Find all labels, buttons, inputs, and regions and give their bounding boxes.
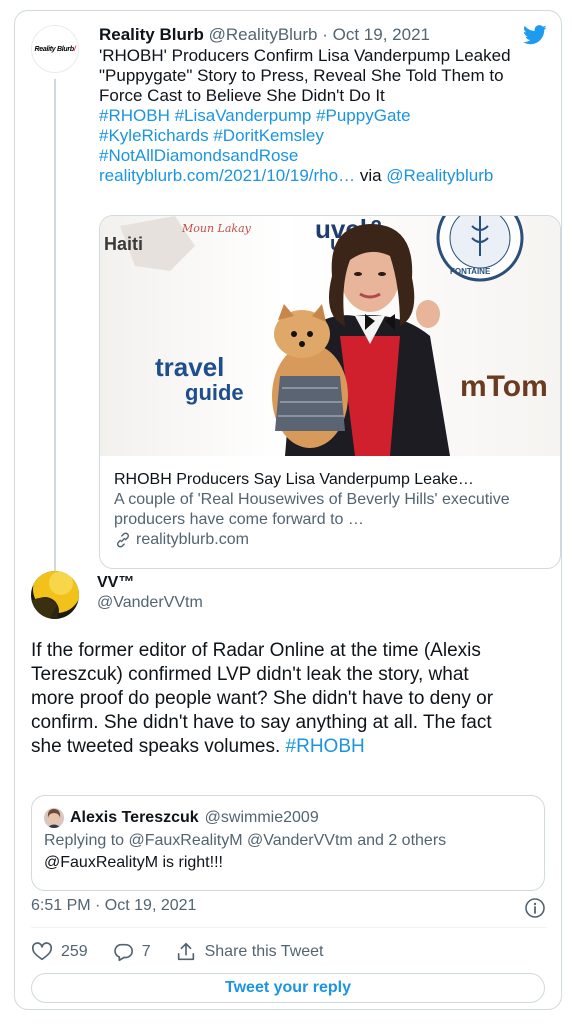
backdrop-text-haiti: Haiti [104,234,143,254]
backdrop-text-fontaine: FONTAINE [450,267,491,276]
link-preview-card[interactable]: Haiti Moun Lakay travel guide uvel& uve … [99,215,561,569]
header-separator: · [322,25,328,44]
parent-tweet-header: Reality Blurb @RealityBlurb · Oct 19, 20… [99,25,549,45]
like-count: 259 [61,943,88,960]
reply-author-handle[interactable]: @VanderVVtm [97,593,203,613]
link-icon [116,532,130,548]
reply-bubble-icon[interactable] [112,941,134,963]
backdrop-text-guide: guide [185,380,244,405]
info-icon[interactable] [524,897,546,919]
quoted-author-name[interactable]: Alexis Tereszcuk [70,808,199,828]
quoted-tweet-text: @FauxRealityM is right!!! [44,854,223,871]
backdrop-text-moun-lakay: Moun Lakay [181,222,252,235]
backdrop-text-travel: travel [155,352,224,382]
tweet-text: 'RHOBH' Producers Confirm Lisa Vanderpum… [99,46,511,105]
sunflower-image [31,571,79,619]
hashtag-lisavanderpump[interactable]: #LisaVanderpump [175,106,312,125]
via-handle-link[interactable]: @Realityblurb [386,166,493,185]
tweet-actions: 259 7 Share this Tweet [31,939,348,965]
reply-text-body: If the former editor of Radar Online at … [31,640,494,757]
share-action[interactable]: Share this Tweet [175,941,324,963]
author-handle[interactable]: @RealityBlurb [209,25,318,44]
embedded-tweet-card: Reality Blurb/ Reality Blurb @RealityBlu… [14,10,562,1010]
reply-tweet-text: If the former editor of Radar Online at … [31,639,511,759]
reply-count: 7 [141,943,151,960]
share-label: Share this Tweet [204,943,324,960]
hashtag-rhobh[interactable]: #RHOBH [99,106,170,125]
link-preview-description: A couple of 'Real Housewives of Beverly … [114,491,510,528]
like-action[interactable]: 259 [31,941,88,963]
link-preview-title[interactable]: RHOBH Producers Say Lisa Vanderpump Leak… [114,470,546,490]
hashtag-doritkemsley[interactable]: #DoritKemsley [213,126,324,145]
article-photo[interactable]: Haiti Moun Lakay travel guide uvel& uve … [100,216,560,456]
reply-action[interactable]: 7 [112,941,151,963]
link-preview-text: RHOBH Producers Say Lisa Vanderpump Leak… [100,456,560,550]
tweet-your-reply-button[interactable]: Tweet your reply [31,973,545,1003]
thread-connector-line [54,79,56,579]
parent-tweet-text: 'RHOBH' Producers Confirm Lisa Vanderpum… [99,46,549,186]
reality-blurb-avatar[interactable]: Reality Blurb/ [31,25,79,73]
quoted-author-handle[interactable]: @swimmie2009 [205,808,319,828]
reply-tweet-header: VV™ @VanderVVtm [97,573,203,613]
hashtag-kylerichards[interactable]: #KyleRichards [99,126,209,145]
backdrop-text-mtom: mTom [460,370,548,403]
reply-author-name[interactable]: VV™ [97,573,203,593]
hashtag-notalldiamondsandrose[interactable]: #NotAllDiamondsandRose [99,146,298,165]
article-link[interactable]: realityblurb.com/2021/10/19/rho… [99,166,355,185]
quoted-tweet-header: Alexis Tereszcuk @swimmie2009 [44,808,532,828]
author-name[interactable]: Reality Blurb [99,25,204,44]
article-photo-illustration: Haiti Moun Lakay travel guide uvel& uve … [104,216,548,456]
reply-hashtag-rhobh[interactable]: #RHOBH [286,736,365,757]
link-preview-domain: realityblurb.com [114,530,546,550]
link-preview-domain-text: realityblurb.com [136,531,249,548]
vandervvtm-avatar[interactable] [31,571,79,619]
action-divider [31,927,547,928]
share-icon[interactable] [175,941,197,963]
heart-icon[interactable] [31,941,53,963]
parent-tweet-body: Reality Blurb @RealityBlurb · Oct 19, 20… [99,25,549,186]
quoted-tweet[interactable]: Alexis Tereszcuk @swimmie2009 Replying t… [31,795,545,891]
via-label: via [359,166,382,185]
alexis-avatar[interactable] [44,808,64,828]
quoted-replying-to: Replying to @FauxRealityM @VanderVVtm an… [44,832,447,849]
hashtag-puppygate[interactable]: #PuppyGate [316,106,411,125]
tweet-date[interactable]: Oct 19, 2021 [333,25,430,44]
alexis-avatar-image [44,808,64,828]
tweet-timestamp[interactable]: 6:51 PM · Oct 19, 2021 [31,897,196,915]
